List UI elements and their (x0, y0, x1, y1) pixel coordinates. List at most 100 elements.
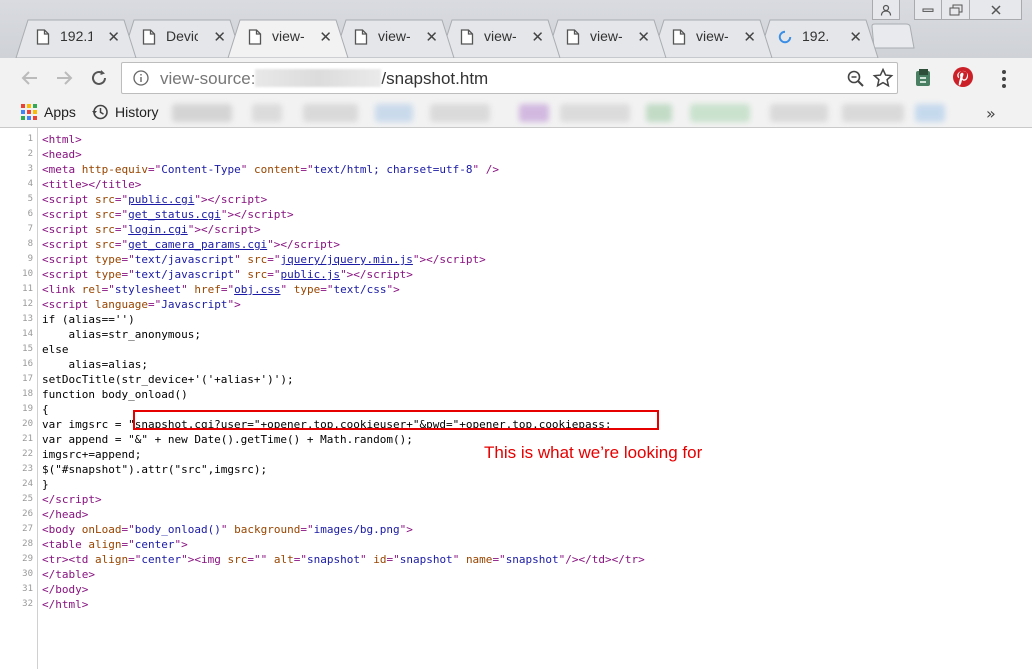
source-line: 6 <script src="get_status.cgi"></script> (0, 207, 1000, 222)
tab[interactable]: view- ✕ (332, 18, 456, 58)
line-number: 12 (22, 299, 33, 309)
redacted-bookmark[interactable] (172, 104, 232, 122)
redacted-bookmark[interactable] (915, 104, 945, 122)
info-icon[interactable] (133, 70, 149, 86)
forward-icon[interactable] (52, 66, 76, 90)
line-code: <html> (42, 133, 82, 146)
source-line: 1 <html> (0, 132, 1000, 147)
source-line: 16 alias=alias; (0, 357, 1000, 372)
tab-close-icon[interactable]: ✕ (425, 28, 438, 46)
redacted-bookmark[interactable] (303, 104, 358, 122)
source-line: 10 <script type="text/javascript" src="pu… (0, 267, 1000, 282)
source-line: 2 <head> (0, 147, 1000, 162)
tab-label: view- (696, 28, 728, 44)
tab-close-icon[interactable]: ✕ (637, 28, 650, 46)
line-number: 18 (22, 389, 33, 399)
line-code: </html> (42, 598, 89, 611)
line-number: 11 (22, 284, 33, 294)
tab-label: view- (484, 28, 516, 44)
line-code: <meta http-equiv="Content-Type" content=… (42, 163, 500, 176)
menu-kebab-icon[interactable] (994, 68, 1014, 90)
address-bar[interactable]: view-source: /snapshot.htm (121, 62, 898, 94)
tab[interactable]: 192.1 ✕ (14, 18, 138, 58)
account-icon[interactable] (872, 0, 900, 20)
redacted-bookmark[interactable] (770, 104, 828, 122)
line-number: 3 (27, 164, 33, 174)
line-code: <head> (42, 148, 82, 161)
maximize-icon[interactable] (942, 0, 970, 20)
tab-label: 192. (802, 28, 830, 44)
source-view[interactable]: 1 <html> 2 <head> 3 <meta http-equiv="Content… (0, 128, 1032, 669)
page-icon (36, 29, 50, 45)
line-number: 5 (27, 194, 33, 204)
line-code: </script> (42, 493, 102, 506)
redacted-bookmark[interactable] (842, 104, 904, 122)
annotation-text: This is what we’re looking for (484, 443, 703, 462)
source-line: 15 else (0, 342, 1000, 357)
tab-close-icon[interactable]: ✕ (849, 28, 862, 46)
bookmarks-overflow-icon[interactable]: » (986, 104, 996, 123)
line-code: <script src="login.cgi"></script> (42, 223, 261, 236)
url-text[interactable]: view-source: /snapshot.htm (160, 69, 488, 89)
redacted-bookmark[interactable] (252, 104, 282, 122)
source-line: 25 </script> (0, 492, 1000, 507)
tab[interactable]: view- ✕ (438, 18, 562, 58)
redacted-bookmark[interactable] (375, 104, 413, 122)
tab-strip: 192.1 ✕ Devic ✕ view- ✕ view- ✕ view- ✕ view- ✕ view… (0, 0, 1032, 58)
source-line: 7 <script src="login.cgi"></script> (0, 222, 1000, 237)
line-number: 6 (27, 209, 33, 219)
tab-label: 192.1 (60, 28, 92, 44)
bookmark-star-icon[interactable] (872, 67, 894, 89)
reload-icon[interactable] (87, 66, 111, 90)
line-number: 13 (22, 314, 33, 324)
tab[interactable]: view- ✕ (650, 18, 774, 58)
line-number: 25 (22, 494, 33, 504)
loading-icon (778, 30, 792, 44)
line-code: <script src="get_status.cgi"></script> (42, 208, 294, 221)
source-line: 9 <script type="text/javascript" src="jqu… (0, 252, 1000, 267)
pinterest-icon[interactable] (952, 66, 974, 88)
highlight-box (133, 410, 659, 430)
bookmark-apps-label: Apps (44, 104, 76, 120)
redacted-bookmark[interactable] (560, 104, 630, 122)
page-icon (566, 29, 580, 45)
line-code: <title></title> (42, 178, 142, 191)
tab-close-icon[interactable]: ✕ (213, 28, 226, 46)
line-code: } (42, 478, 49, 491)
tab[interactable]: 192. ✕ (756, 18, 880, 58)
browser-toolbar: view-source: /snapshot.htm (0, 58, 1032, 98)
bookmark-apps[interactable]: Apps (20, 103, 76, 121)
source-line: 11 <link rel="stylesheet" href="obj.css" … (0, 282, 1000, 297)
line-number: 8 (27, 239, 33, 249)
line-number: 19 (22, 404, 33, 414)
line-number: 21 (22, 434, 33, 444)
tab[interactable]: view- ✕ (226, 18, 350, 58)
line-number: 29 (22, 554, 33, 564)
source-line: 27 <body onLoad="body_onload()" backgroun… (0, 522, 1000, 537)
zoom-icon[interactable] (846, 69, 866, 89)
redacted-bookmark[interactable] (519, 104, 549, 122)
bookmark-history[interactable]: History (91, 103, 159, 121)
tab-close-icon[interactable]: ✕ (319, 28, 332, 46)
redacted-bookmark[interactable] (690, 104, 750, 122)
line-code: alias=str_anonymous; (42, 328, 201, 341)
line-number: 14 (22, 329, 33, 339)
line-code: $("#snapshot").attr("src",imgsrc); (42, 463, 268, 476)
tab-close-icon[interactable]: ✕ (531, 28, 544, 46)
minimize-icon[interactable] (914, 0, 942, 20)
source-line: 8 <script src="get_camera_params.cgi"></s… (0, 237, 1000, 252)
line-number: 10 (22, 269, 33, 279)
tab[interactable]: view- ✕ (544, 18, 668, 58)
close-window-icon[interactable] (970, 0, 1022, 20)
back-icon[interactable] (18, 66, 42, 90)
page-icon (248, 29, 262, 45)
extension-icon[interactable] (912, 67, 934, 89)
redacted-bookmark[interactable] (430, 104, 490, 122)
line-code: <tr><td align="center"><img src="" alt="… (42, 553, 645, 566)
tab-close-icon[interactable]: ✕ (107, 28, 120, 46)
line-code: <script src="public.cgi"></script> (42, 193, 268, 206)
tab-close-icon[interactable]: ✕ (743, 28, 756, 46)
redacted-bookmark[interactable] (646, 104, 672, 122)
line-code: <script type="text/javascript" src="jque… (42, 253, 486, 266)
url-scheme: view-source: (160, 69, 256, 88)
